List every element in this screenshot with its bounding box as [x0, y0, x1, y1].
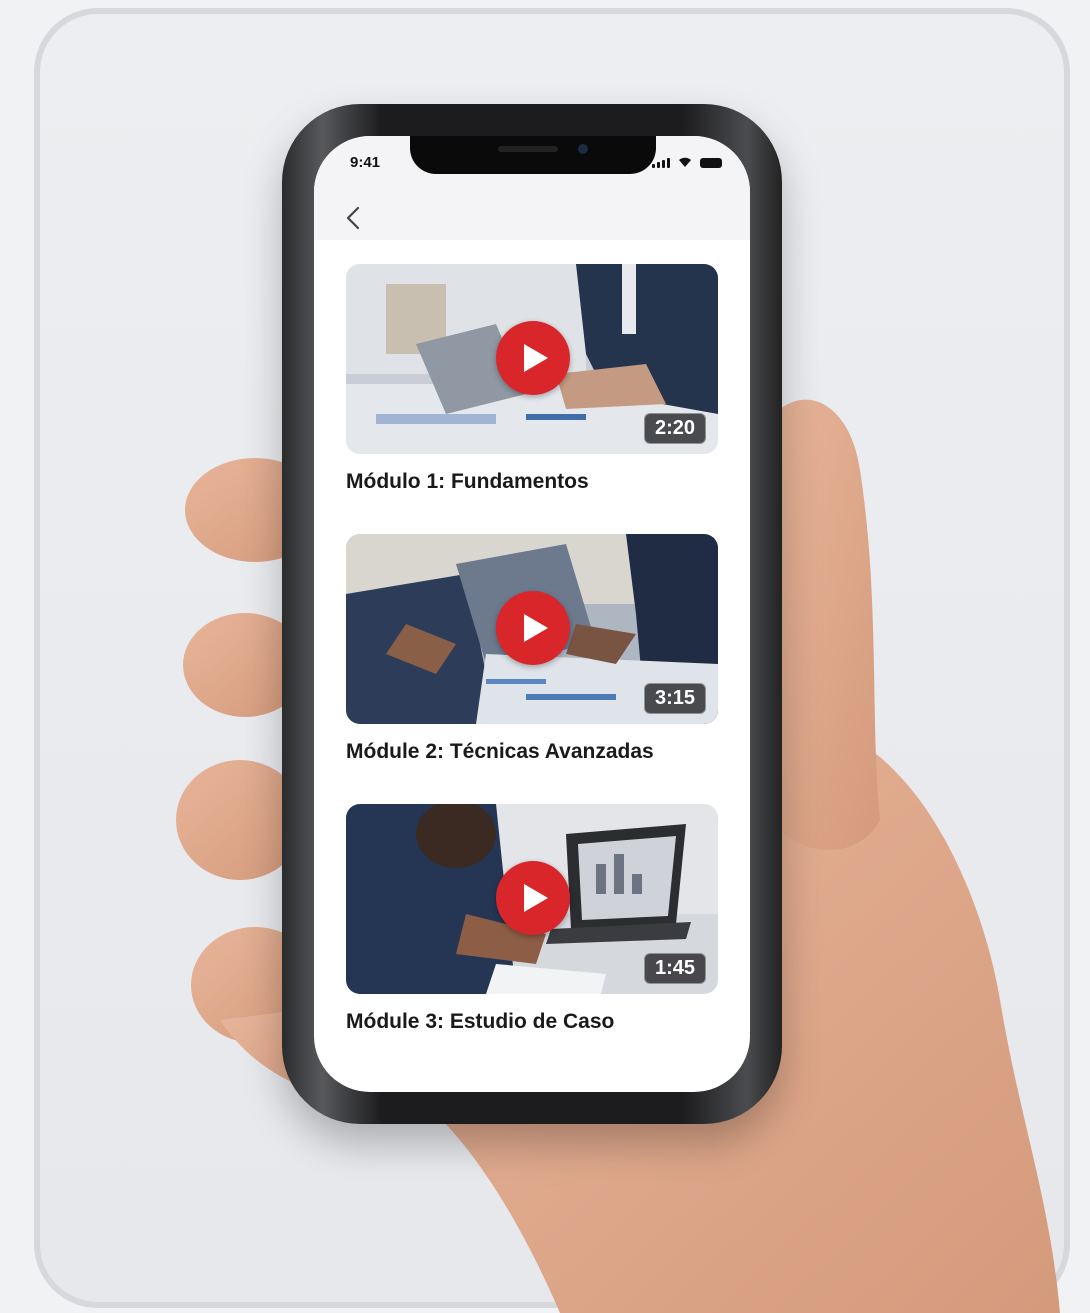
module-title-1[interactable]: Módulo 1: Fundamentos: [346, 470, 718, 494]
module-card-3[interactable]: 1:45 Módule 3: Estudio de Caso: [346, 804, 718, 1034]
play-icon: [524, 344, 548, 372]
video-thumbnail-2[interactable]: 3:15: [346, 534, 718, 724]
signal-icon: [652, 158, 670, 168]
wifi-icon: [679, 157, 691, 167]
duration-badge-1: 2:20: [643, 413, 706, 444]
module-title-3[interactable]: Módule 3: Estudio de Caso: [346, 1010, 718, 1034]
module-card-1[interactable]: 2:20 Módulo 1: Fundamentos: [346, 264, 718, 494]
phone-screen: 9:41 2:20 Módulo 1: Fundamentos 3:15 Mód…: [314, 136, 750, 1092]
play-button-2[interactable]: [496, 591, 570, 665]
module-title-2[interactable]: Módule 2: Técnicas Avanzadas: [346, 740, 718, 764]
nav-header: [314, 196, 750, 240]
play-icon: [524, 614, 548, 642]
duration-badge-2: 3:15: [643, 683, 706, 714]
back-button[interactable]: [338, 202, 368, 234]
video-thumbnail-1[interactable]: 2:20: [346, 264, 718, 454]
status-bar: 9:41: [314, 136, 750, 196]
battery-icon: [700, 158, 722, 168]
notch: [410, 136, 656, 174]
module-card-2[interactable]: 3:15 Módule 2: Técnicas Avanzadas: [346, 534, 718, 764]
status-time: 9:41: [350, 154, 381, 171]
play-button-1[interactable]: [496, 321, 570, 395]
duration-badge-3: 1:45: [643, 953, 706, 984]
video-thumbnail-3[interactable]: 1:45: [346, 804, 718, 994]
camera-icon: [578, 144, 588, 154]
play-icon: [524, 884, 548, 912]
chevron-left-icon: [346, 206, 360, 230]
speaker: [498, 146, 558, 152]
play-button-3[interactable]: [496, 861, 570, 935]
